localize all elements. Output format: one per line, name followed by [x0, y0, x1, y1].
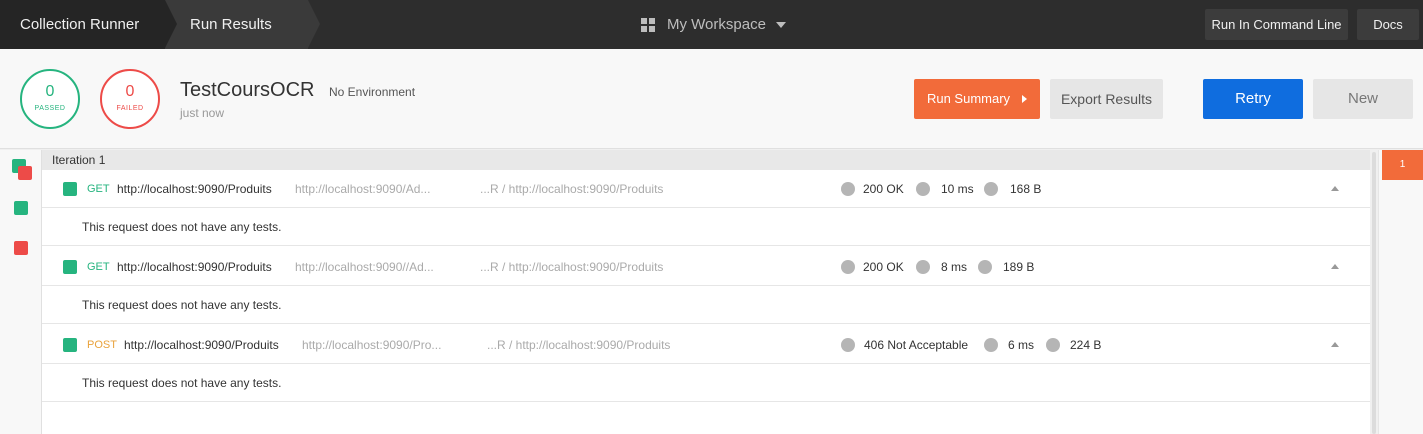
failed-label: FAILED — [116, 105, 144, 112]
run-time: just now — [180, 106, 225, 120]
iteration-fail-indicator[interactable] — [18, 166, 32, 180]
request-method: POST — [87, 339, 117, 351]
top-bar: Run Results Collection Runner My Workspa… — [0, 0, 1423, 49]
breadcrumb-collection-runner-label: Collection Runner — [20, 16, 140, 33]
chevron-down-icon — [775, 21, 786, 28]
collapse-icon[interactable] — [1331, 342, 1339, 347]
iteration-panel — [1378, 150, 1423, 434]
failed-count: 0 — [125, 83, 135, 100]
failed-counter: 0 FAILED — [100, 69, 160, 129]
response-time: 8 ms — [941, 260, 968, 274]
run-in-command-line-button[interactable]: Run In Command Line — [1205, 9, 1348, 40]
new-button[interactable]: New — [1313, 79, 1413, 119]
response-status: 406 Not Acceptable — [864, 338, 969, 352]
environment-label: No Environment — [329, 85, 416, 99]
request-url: http://localhost:9090/Produits — [117, 260, 272, 274]
request-path: ...R / http://localhost:9090/Produits — [480, 182, 664, 196]
request-status-square — [63, 182, 77, 196]
response-status: 200 OK — [863, 260, 904, 274]
status-dot-icon — [841, 260, 855, 274]
request-status-strip — [0, 150, 42, 434]
request-tests: This request does not have any tests. — [42, 208, 1370, 246]
request-path: ...R / http://localhost:9090/Produits — [487, 338, 671, 352]
request-tests: This request does not have any tests. — [42, 364, 1370, 402]
docs-button[interactable]: Docs — [1357, 9, 1419, 40]
passed-count: 0 — [45, 83, 55, 100]
request-status-square — [63, 260, 77, 274]
grid-icon — [641, 17, 655, 32]
response-time: 6 ms — [1008, 338, 1035, 352]
retry-button[interactable]: Retry — [1203, 79, 1303, 119]
request-url-short: http://localhost:9090/Ad... — [295, 182, 431, 196]
passed-label: PASSED — [34, 105, 66, 112]
request-1-indicator[interactable] — [14, 201, 28, 215]
status-dot-icon — [841, 338, 855, 352]
status-dot-icon — [841, 182, 855, 196]
response-status: 200 OK — [863, 182, 904, 196]
request-row[interactable]: GET http://localhost:9090/Produits http:… — [42, 248, 1370, 286]
collapse-icon[interactable] — [1331, 186, 1339, 191]
breadcrumb-arrow — [308, 0, 320, 48]
request-tests: This request does not have any tests. — [42, 286, 1370, 324]
collapse-icon[interactable] — [1331, 264, 1339, 269]
run-summary-button[interactable]: Run Summary — [914, 79, 1040, 119]
iteration-pill[interactable]: 1 — [1382, 150, 1423, 180]
response-size: 224 B — [1070, 338, 1102, 352]
request-path: ...R / http://localhost:9090/Produits — [480, 260, 664, 274]
size-dot-icon — [1046, 338, 1060, 352]
request-url-short: http://localhost:9090/Pro... — [302, 338, 442, 352]
workspace-switcher[interactable]: My Workspace — [641, 0, 786, 49]
request-row[interactable]: POST http://localhost:9090/Produits http… — [42, 326, 1370, 364]
request-row[interactable]: GET http://localhost:9090/Produits http:… — [42, 170, 1370, 208]
export-results-button[interactable]: Export Results — [1050, 79, 1163, 119]
response-size: 189 B — [1003, 260, 1035, 274]
size-dot-icon — [978, 260, 992, 274]
scrollbar-thumb[interactable] — [1372, 152, 1376, 434]
breadcrumb-run-results[interactable]: Run Results — [165, 0, 308, 49]
time-dot-icon — [984, 338, 998, 352]
request-fail-indicator[interactable] — [14, 241, 28, 255]
request-url: http://localhost:9090/Produits — [117, 182, 272, 196]
workspace-name: My Workspace — [667, 16, 766, 33]
time-dot-icon — [916, 260, 930, 274]
play-icon — [1022, 94, 1028, 103]
results-list: Iteration 1 GET http://localhost:9090/Pr… — [42, 150, 1370, 434]
time-dot-icon — [916, 182, 930, 196]
breadcrumb-run-results-label: Run Results — [190, 16, 272, 33]
run-header: 0 PASSED 0 FAILED TestCoursOCR No Enviro… — [0, 49, 1423, 149]
response-time: 10 ms — [941, 182, 974, 196]
breadcrumb-collection-runner[interactable]: Collection Runner — [0, 0, 165, 49]
iteration-header: Iteration 1 — [42, 150, 1370, 170]
size-dot-icon — [984, 182, 998, 196]
request-url-short: http://localhost:9090//Ad... — [295, 260, 434, 274]
collection-name: TestCoursOCR — [180, 79, 315, 101]
breadcrumb-arrow — [165, 0, 177, 48]
passed-counter: 0 PASSED — [20, 69, 80, 129]
run-summary-label: Run Summary — [926, 91, 1011, 106]
request-method: GET — [87, 261, 110, 273]
request-url: http://localhost:9090/Produits — [124, 338, 279, 352]
request-status-square — [63, 338, 77, 352]
request-method: GET — [87, 183, 110, 195]
response-size: 168 B — [1010, 182, 1042, 196]
